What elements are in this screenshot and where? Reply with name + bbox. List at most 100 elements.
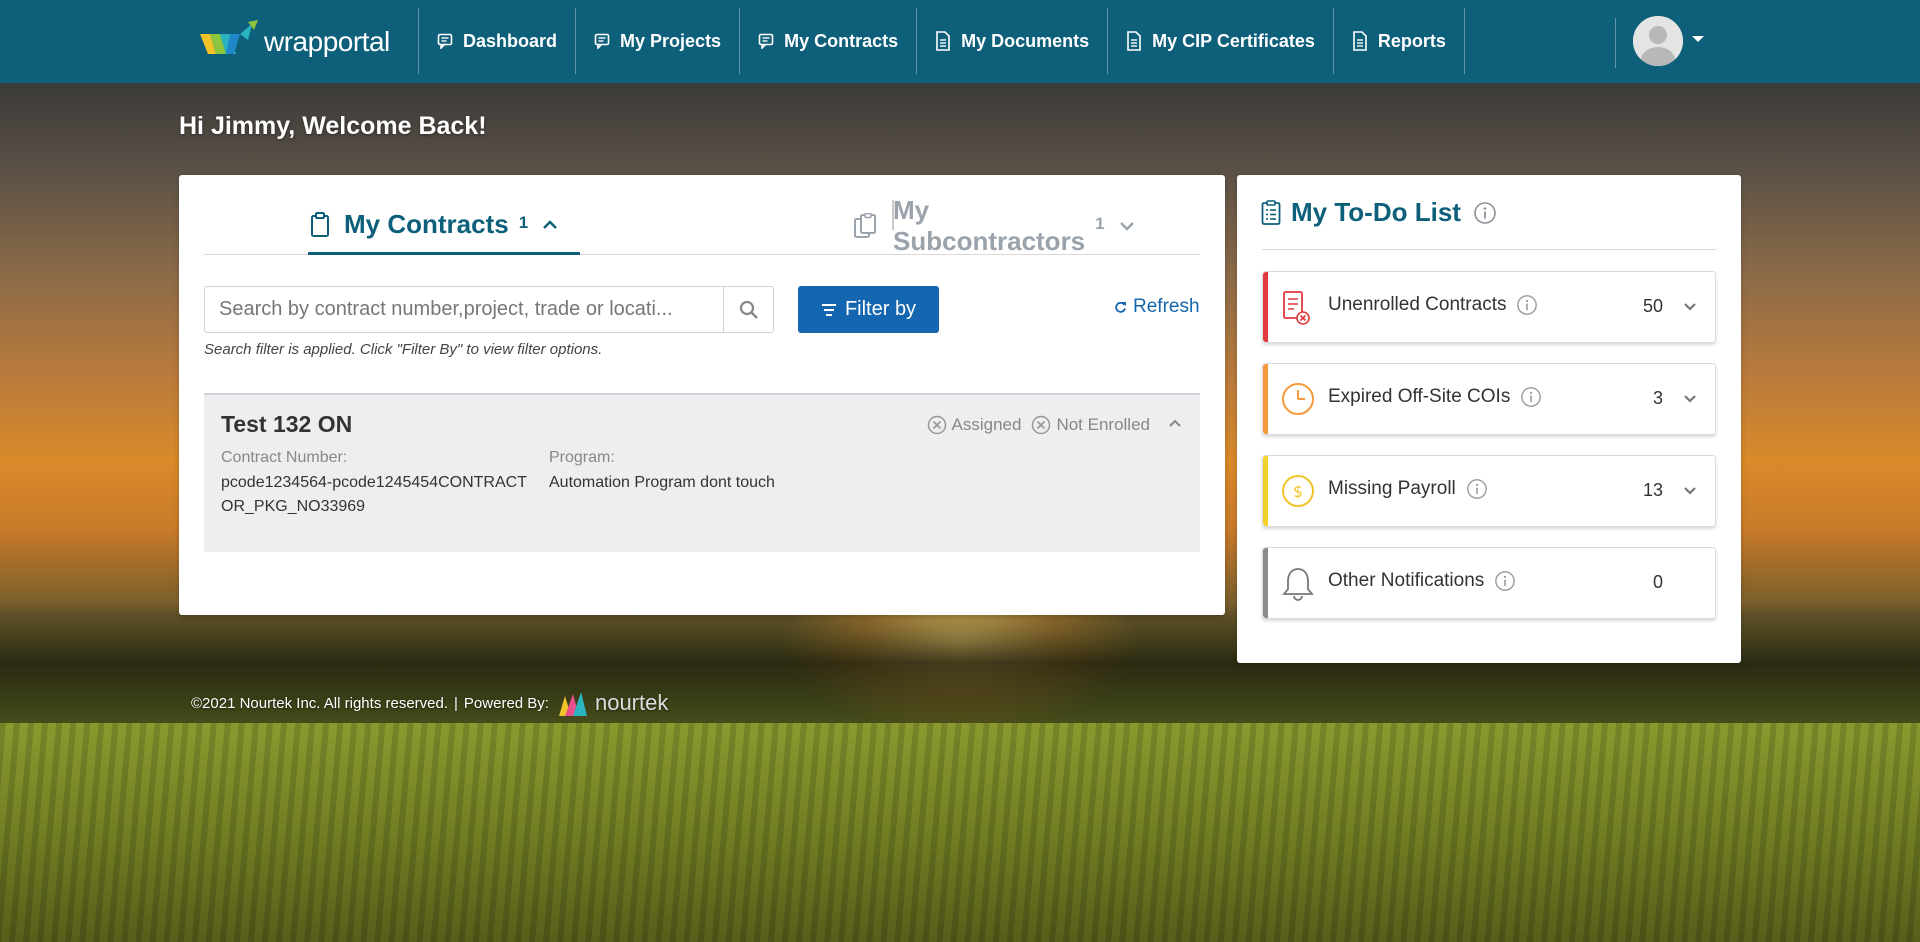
- tab-my-contracts[interactable]: My Contracts 1: [308, 197, 580, 255]
- todo-panel: My To-Do List Unenrolled Contracts 50 Ex…: [1237, 175, 1741, 663]
- chevron-down-icon[interactable]: [1683, 302, 1697, 311]
- user-menu-caret-icon[interactable]: [1692, 36, 1704, 42]
- status-assigned: Assigned: [927, 415, 1022, 435]
- chevron-up-icon[interactable]: [1168, 419, 1182, 428]
- status-not-enrolled: Not Enrolled: [1031, 415, 1150, 435]
- chat-icon: [594, 33, 610, 49]
- nourtek-logo[interactable]: nourtek: [557, 688, 668, 718]
- nav-divider: [1615, 18, 1616, 68]
- powered-by-label: Powered By:: [463, 694, 549, 712]
- document-icon: [1126, 31, 1142, 51]
- svg-text:$: $: [1293, 482, 1303, 501]
- document-icon: [935, 31, 951, 51]
- todo-item-unenrolled-contracts[interactable]: Unenrolled Contracts 50: [1262, 271, 1716, 343]
- todo-title: My To-Do List: [1291, 197, 1461, 227]
- chat-icon: [758, 33, 774, 49]
- todo-count: 13: [1642, 480, 1663, 500]
- info-icon[interactable]: [1494, 570, 1516, 592]
- todo-divider: [1262, 249, 1716, 250]
- search-icon: [739, 300, 759, 320]
- contract-status-list: Assigned Not Enrolled: [917, 415, 1150, 435]
- tab-count: 1: [518, 212, 529, 232]
- nav-label: My Contracts: [784, 30, 899, 51]
- todo-label-text: Missing Payroll: [1328, 478, 1456, 499]
- contracts-tabs: My Contracts 1 My Subcontractors 1: [204, 175, 1200, 256]
- todo-item-missing-payroll[interactable]: $ Missing Payroll 13: [1262, 455, 1716, 527]
- tab-label: My Subcontractors: [893, 195, 1086, 256]
- x-circle-icon: [927, 415, 946, 435]
- nav-label: Dashboard: [463, 30, 558, 51]
- info-icon[interactable]: [1473, 201, 1497, 225]
- nav-label: My Documents: [961, 30, 1090, 51]
- program-label: Program:: [549, 449, 615, 466]
- clipboard-stack-icon: [853, 213, 879, 239]
- user-avatar-icon[interactable]: [1633, 16, 1683, 66]
- todo-label-text: Unenrolled Contracts: [1328, 294, 1507, 315]
- tab-count: 1: [1095, 214, 1105, 233]
- todo-count: 50: [1642, 296, 1663, 316]
- chevron-up-icon: [542, 219, 558, 230]
- nav-label: Reports: [1377, 30, 1446, 51]
- todo-color-bar: [1263, 456, 1268, 526]
- bell-icon: [1281, 566, 1315, 607]
- refresh-link[interactable]: Refresh: [1114, 296, 1200, 318]
- filter-lines-icon: [821, 302, 837, 318]
- nav-my-contracts[interactable]: My Contracts: [739, 8, 916, 74]
- grass-field: [0, 723, 1920, 942]
- refresh-icon: [1114, 301, 1127, 314]
- tab-label: My Contracts: [344, 209, 509, 239]
- copyright: ©2021 Nourtek Inc. All rights reserved.: [191, 694, 449, 712]
- nav-reports[interactable]: Reports: [1332, 8, 1465, 74]
- todo-label-text: Expired Off-Site COIs: [1328, 386, 1511, 407]
- chevron-down-icon[interactable]: [1683, 486, 1697, 495]
- nav-dashboard[interactable]: Dashboard: [418, 8, 575, 74]
- info-icon[interactable]: [1466, 478, 1488, 500]
- search-input[interactable]: [205, 287, 723, 332]
- chat-icon: [437, 33, 453, 49]
- x-circle-icon: [1032, 415, 1051, 435]
- contracts-panel: My Contracts 1 My Subcontractors 1 Searc…: [179, 175, 1225, 615]
- wrapportal-logo[interactable]: wrapportal: [200, 20, 390, 64]
- todo-color-bar: [1263, 364, 1268, 434]
- todo-label-text: Other Notifications: [1328, 570, 1485, 591]
- clipboard-icon: [310, 211, 330, 238]
- todo-label: Missing Payroll: [1328, 478, 1488, 500]
- todo-item-expired-off-site-cois[interactable]: Expired Off-Site COIs 3: [1262, 363, 1716, 435]
- status-label: Not Enrolled: [1056, 415, 1150, 434]
- contract-number-field: Contract Number: pcode1234564-pcode12454…: [221, 449, 531, 519]
- nav-my-documents[interactable]: My Documents: [916, 8, 1107, 74]
- nourtek-logo-icon: [558, 692, 587, 716]
- nav-my-projects[interactable]: My Projects: [575, 8, 739, 74]
- nav-label: My Projects: [620, 30, 722, 51]
- status-label: Assigned: [951, 415, 1022, 434]
- wrapportal-logo-icon: [200, 20, 260, 64]
- todo-item-other-notifications[interactable]: Other Notifications 0: [1262, 547, 1716, 619]
- main-nav: Dashboard My Projects My Contracts My Do…: [418, 8, 1465, 74]
- contract-number-label: Contract Number:: [221, 449, 348, 466]
- footer-separator: |: [454, 694, 458, 712]
- contract-card[interactable]: Test 132 ON Assigned Not Enrolled Contra…: [204, 393, 1200, 552]
- todo-label: Unenrolled Contracts: [1328, 294, 1538, 316]
- todo-color-bar: [1263, 272, 1268, 342]
- contract-x-icon: [1281, 290, 1311, 331]
- dollar-icon: $: [1281, 474, 1315, 513]
- logo-text: wrapportal: [264, 26, 390, 57]
- todo-color-bar: [1263, 548, 1268, 618]
- chevron-down-icon[interactable]: [1683, 394, 1697, 403]
- nav-label: My CIP Certificates: [1152, 30, 1315, 51]
- document-icon: [1352, 31, 1368, 51]
- todo-label: Expired Off-Site COIs: [1328, 386, 1542, 408]
- todo-label: Other Notifications: [1328, 570, 1516, 592]
- info-icon[interactable]: [1516, 294, 1538, 316]
- clock-icon: [1281, 382, 1315, 421]
- tab-my-subcontractors[interactable]: My Subcontractors 1: [768, 195, 1134, 256]
- top-navigation-bar: wrapportal Dashboard My Projects My Cont…: [0, 0, 1920, 83]
- nav-my-cip-certificates[interactable]: My CIP Certificates: [1107, 8, 1333, 74]
- info-icon[interactable]: [1520, 386, 1542, 408]
- program-field: Program: Automation Program dont touch: [549, 449, 949, 495]
- search-button[interactable]: [723, 287, 773, 332]
- contract-title: Test 132 ON: [221, 411, 353, 437]
- contract-number-value: pcode1234564-pcode1245454CONTRACTOR_PKG_…: [221, 474, 527, 515]
- program-value: Automation Program dont touch: [549, 474, 775, 491]
- filter-by-button[interactable]: Filter by: [798, 286, 939, 333]
